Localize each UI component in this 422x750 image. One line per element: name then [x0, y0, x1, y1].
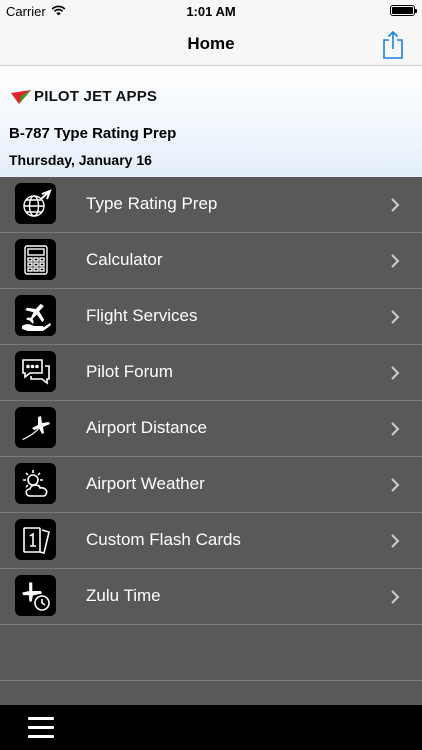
flash-cards-icon	[15, 519, 56, 560]
app-screen: Carrier 1:01 AM Home PILOT JET APPS B-78…	[0, 0, 422, 750]
menu-item-zulu-time[interactable]: Zulu Time	[0, 569, 422, 625]
chevron-right-icon	[391, 198, 400, 212]
chevron-right-icon	[391, 310, 400, 324]
chevron-right-icon	[391, 254, 400, 268]
chat-bubbles-icon	[15, 351, 56, 392]
menu-item-label: Pilot Forum	[86, 362, 173, 381]
brand-logo: PILOT JET APPS	[10, 88, 157, 105]
menu-item-label: Custom Flash Cards	[86, 530, 241, 549]
menu-button[interactable]	[28, 717, 54, 738]
menu-item-custom-flash-cards[interactable]: Custom Flash Cards	[0, 513, 422, 569]
share-button[interactable]	[381, 30, 405, 60]
share-icon	[383, 30, 403, 59]
calculator-icon	[15, 239, 56, 280]
status-time: 1:01 AM	[186, 4, 236, 19]
menu-item-airport-weather[interactable]: Airport Weather	[0, 457, 422, 513]
chevron-right-icon	[391, 366, 400, 380]
empty-menu-row	[0, 625, 422, 681]
menu-item-airport-distance[interactable]: Airport Distance	[0, 401, 422, 457]
menu-item-type-rating-prep[interactable]: Type Rating Prep	[0, 177, 422, 233]
menu-item-calculator[interactable]: Calculator	[0, 233, 422, 289]
paper-plane-logo-icon	[11, 89, 31, 104]
menu-item-flight-services[interactable]: Flight Services	[0, 289, 422, 345]
status-bar: Carrier 1:01 AM	[0, 0, 422, 22]
plane-clock-icon	[15, 575, 56, 616]
app-title: B-787 Type Rating Prep	[9, 125, 177, 142]
menu-item-label: Airport Weather	[86, 474, 205, 493]
battery-icon	[390, 5, 417, 16]
menu-item-label: Airport Distance	[86, 418, 207, 437]
menu-item-label: Type Rating Prep	[86, 194, 218, 213]
menu-item-label: Zulu Time	[86, 586, 161, 605]
globe-plane-icon	[15, 183, 56, 224]
current-date: Thursday, January 16	[9, 152, 152, 168]
sun-cloud-icon	[15, 463, 56, 504]
logo-text: PILOT JET APPS	[34, 88, 158, 105]
chevron-right-icon	[391, 478, 400, 492]
page-title: Home	[187, 34, 235, 53]
menu-item-pilot-forum[interactable]: Pilot Forum	[0, 345, 422, 401]
app-header: PILOT JET APPS B-787 Type Rating Prep Th…	[0, 67, 422, 177]
main-menu: Type Rating Prep Calculator Flight Servi…	[0, 177, 422, 705]
menu-item-label: Flight Services	[86, 306, 198, 325]
chevron-right-icon	[391, 590, 400, 604]
hand-plane-icon	[15, 295, 56, 336]
chevron-right-icon	[391, 422, 400, 436]
navigation-bar: Home	[0, 22, 422, 66]
battery-indicator	[390, 5, 417, 16]
hamburger-menu-icon	[28, 717, 54, 738]
plane-departure-icon	[15, 407, 56, 448]
menu-item-label: Calculator	[86, 250, 163, 269]
chevron-right-icon	[391, 534, 400, 548]
bottom-toolbar	[0, 705, 422, 750]
